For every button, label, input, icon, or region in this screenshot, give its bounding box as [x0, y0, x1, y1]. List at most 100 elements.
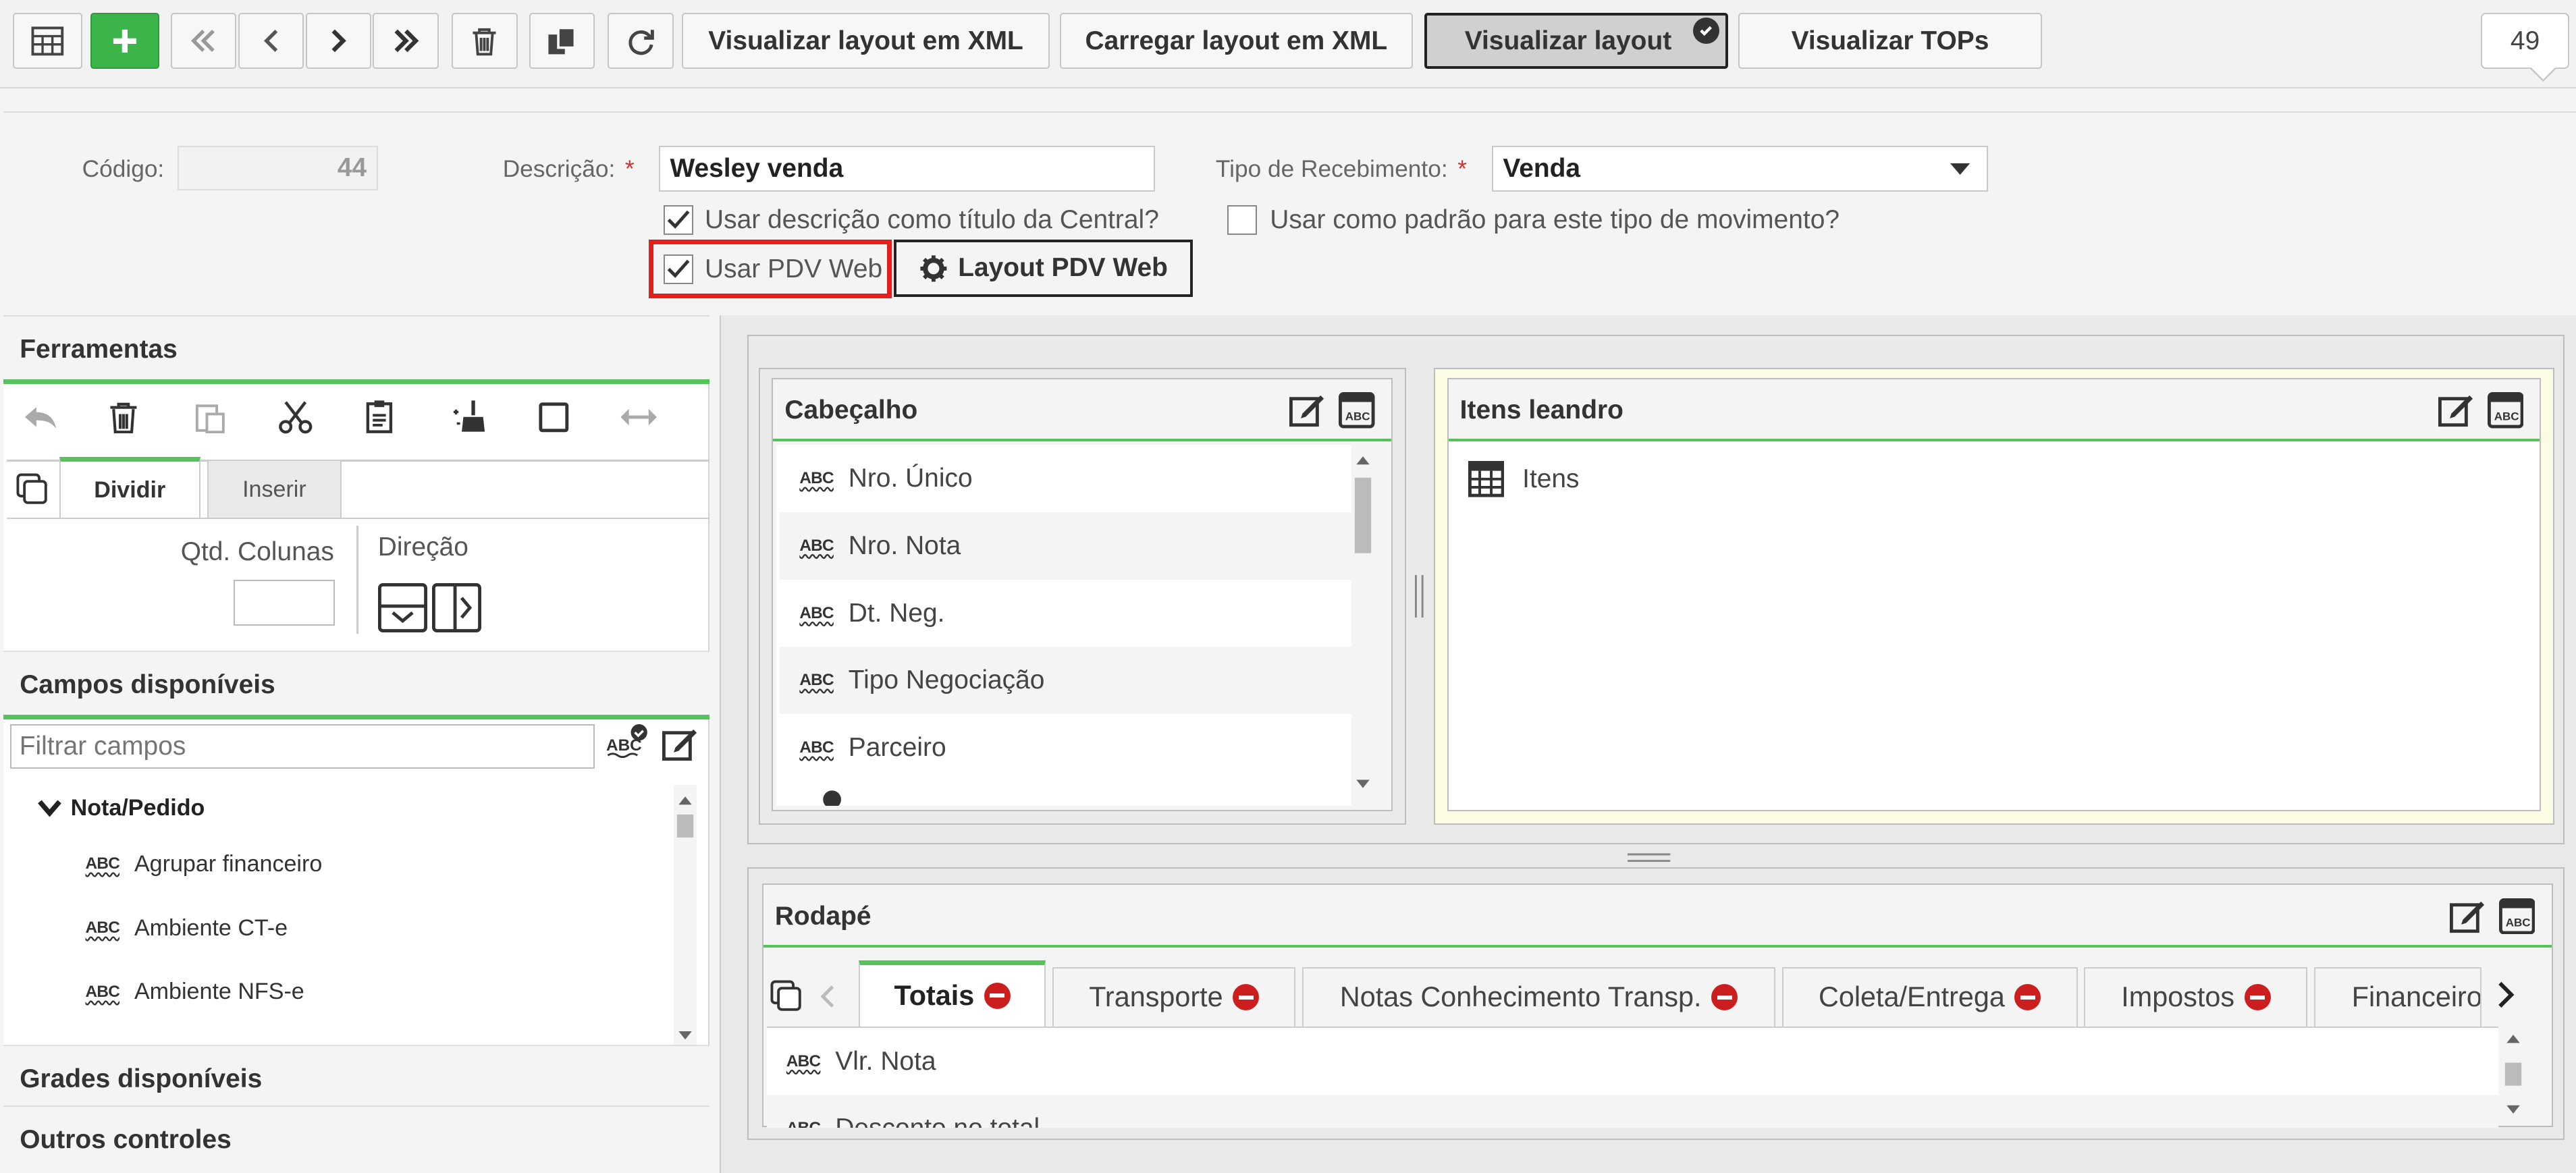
rodape-row[interactable]: ABC Vlr. Nota: [766, 1027, 2498, 1095]
filter-fields-input[interactable]: [9, 724, 595, 769]
scroll-arrows-icon: [676, 796, 693, 1040]
duplicate-panel-icon[interactable]: [16, 473, 49, 506]
edit-icon[interactable]: [662, 726, 699, 763]
panel-settings-icon[interactable]: ABC: [2498, 898, 2535, 935]
field-item[interactable]: ABC Agrupar financeiro: [86, 851, 323, 877]
tab-label: Financeiro: [2351, 981, 2482, 1013]
duplicate-tab-icon[interactable]: [770, 980, 803, 1013]
rodape-row[interactable]: ABC Desconto no total: [766, 1095, 2498, 1128]
nota-pedido-group[interactable]: Nota/Pedido: [36, 795, 205, 821]
tipo-recebimento-select[interactable]: Venda: [1491, 146, 1988, 192]
edit-icon[interactable]: [1289, 392, 1326, 429]
tabs-scroll-left-icon[interactable]: [820, 983, 836, 1010]
abc-check-icon[interactable]: ABC: [606, 724, 649, 761]
view-layout-button[interactable]: Visualizar layout: [1424, 13, 1729, 70]
field-item[interactable]: ABC Ambiente NFS-e: [86, 979, 304, 1005]
add-button[interactable]: [90, 13, 160, 70]
square-icon[interactable]: [534, 398, 573, 437]
qtd-colunas-input[interactable]: [233, 580, 336, 626]
direction-divider: [356, 525, 358, 634]
grades-header[interactable]: Grades disponíveis: [3, 1044, 710, 1114]
row-label: Tipo Negociação: [848, 665, 1045, 695]
tabs-scroll-right-icon[interactable]: [2495, 980, 2515, 1010]
scroll-arrows-icon: [1354, 456, 1372, 788]
tab-notas-conhecimento[interactable]: Notas Conhecimento Transp.: [1302, 966, 1775, 1027]
split-vertical-icon[interactable]: [377, 582, 427, 632]
tab-coleta-entrega[interactable]: Coleta/Entrega: [1781, 966, 2078, 1027]
resize-horizontal-icon[interactable]: [619, 398, 658, 437]
nota-pedido-label: Nota/Pedido: [70, 794, 205, 821]
broom-icon[interactable]: [448, 398, 487, 437]
abc-icon: ABC: [786, 1119, 821, 1128]
view-tops-button[interactable]: Visualizar TOPs: [1738, 13, 2043, 70]
abc-icon: ABC: [786, 1052, 821, 1070]
tab-transporte[interactable]: Transporte: [1052, 966, 1296, 1027]
outros-header[interactable]: Outros controles: [3, 1105, 710, 1173]
rodape-list: ABC Vlr. Nota ABC Desconto no total: [766, 1026, 2498, 1128]
trash-icon[interactable]: [103, 398, 142, 437]
view-xml-button[interactable]: Visualizar layout em XML: [681, 13, 1050, 70]
count-pointer-icon: [2529, 67, 2557, 82]
first-record-button[interactable]: [171, 13, 237, 70]
previous-record-button[interactable]: [238, 13, 304, 70]
horizontal-splitter-icon[interactable]: [1628, 851, 1671, 864]
cabecalho-panel[interactable]: Cabeçalho ABC ABC Nro. Único ABC Nro. Nota…: [772, 377, 1393, 812]
abc-icon: ABC: [799, 738, 834, 757]
tab-financeiro[interactable]: Financeiro: [2314, 966, 2482, 1027]
check-circle-icon: [822, 790, 842, 807]
edit-icon[interactable]: [2438, 392, 2475, 429]
rodape-panel[interactable]: Rodapé ABC Totais Transporte Notas Conhe…: [761, 883, 2553, 1128]
undo-icon[interactable]: [20, 398, 59, 437]
duplicate-button[interactable]: [529, 13, 595, 70]
cabecalho-row[interactable]: ABC Nro. Nota: [780, 512, 1352, 580]
remove-tab-icon[interactable]: [2014, 984, 2041, 1011]
load-xml-button[interactable]: Carregar layout em XML: [1059, 13, 1413, 70]
campos-header[interactable]: Campos disponíveis: [3, 650, 710, 719]
panel-settings-icon[interactable]: ABC: [1339, 392, 1375, 429]
remove-tab-icon[interactable]: [2244, 984, 2271, 1011]
refresh-button[interactable]: [608, 13, 674, 70]
remove-tab-icon[interactable]: [1233, 984, 1260, 1011]
cut-icon[interactable]: [276, 398, 315, 437]
next-record-button[interactable]: [305, 13, 371, 70]
cabecalho-row[interactable]: ABC Dt. Neg.: [780, 579, 1352, 647]
field-item[interactable]: ABC Ambiente CT-e: [86, 915, 288, 942]
last-record-button[interactable]: [373, 13, 439, 70]
pdv-checkbox[interactable]: [664, 254, 693, 284]
panel-settings-icon[interactable]: ABC: [2487, 392, 2524, 429]
clipboard-icon[interactable]: [361, 398, 400, 437]
descricao-field[interactable]: Wesley venda: [658, 146, 1155, 192]
remove-tab-icon[interactable]: [984, 982, 1011, 1009]
fields-scrollbar[interactable]: [673, 785, 697, 1048]
titulo-checkbox[interactable]: [664, 204, 693, 235]
paste-icon[interactable]: [190, 398, 230, 437]
first-icon: [191, 30, 215, 53]
tab-totais[interactable]: Totais: [858, 960, 1046, 1027]
tabs-underline: [6, 517, 710, 520]
rodape-scrollbar[interactable]: [2501, 1026, 2525, 1125]
codigo-field[interactable]: 44: [177, 146, 378, 190]
layout-pdv-button[interactable]: Layout PDV Web: [893, 239, 1193, 298]
cabecalho-row[interactable]: ABC Nro. Único: [780, 445, 1352, 512]
padrao-checkbox[interactable]: [1227, 204, 1257, 235]
split-horizontal-icon[interactable]: [432, 582, 482, 632]
itens-grid-item[interactable]: Itens: [1468, 461, 1580, 497]
ferramentas-header[interactable]: Ferramentas: [3, 315, 710, 385]
cabecalho-row[interactable]: ABC Parceiro: [780, 714, 1352, 782]
tab-label: Impostos: [2121, 981, 2235, 1013]
cabecalho-row[interactable]: ABC Tipo Negociação: [780, 647, 1352, 715]
rodape-title: Rodapé: [774, 901, 871, 931]
delete-button[interactable]: [452, 13, 518, 70]
checkmark-icon: [667, 259, 690, 278]
tab-impostos[interactable]: Impostos: [2084, 966, 2308, 1027]
tab-inserir[interactable]: Inserir: [207, 460, 342, 520]
tab-dividir[interactable]: Dividir: [59, 456, 200, 520]
edit-icon[interactable]: [2449, 898, 2486, 935]
grid-view-button[interactable]: [13, 13, 82, 70]
itens-panel[interactable]: Itens leandro ABC Itens: [1447, 377, 2542, 812]
remove-tab-icon[interactable]: [1711, 984, 1738, 1011]
layout-pdv-label: Layout PDV Web: [958, 253, 1168, 283]
tab-label: Totais: [894, 979, 975, 1011]
cabecalho-scrollbar[interactable]: [1351, 445, 1375, 800]
vertical-splitter-icon[interactable]: [1414, 574, 1424, 618]
